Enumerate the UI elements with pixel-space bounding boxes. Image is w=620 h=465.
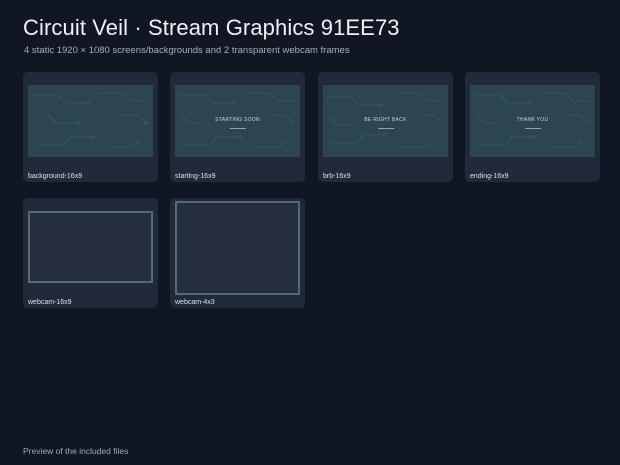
circuit-background-thumbnail: [28, 85, 153, 157]
thumbnail-text: STARTING SOON: [215, 117, 260, 123]
file-card-webcam-4x3[interactable]: webcam-4x3: [170, 198, 305, 308]
thumbnail-divider: [525, 128, 541, 129]
webcam-frame-4x3-thumbnail: [175, 201, 300, 295]
thumbnail-text: BE RIGHT BACK: [364, 117, 407, 123]
footer-caption: Preview of the included files: [23, 446, 129, 456]
file-card-brb[interactable]: BE RIGHT BACK brb-16x9: [318, 72, 453, 182]
file-card-ending[interactable]: THANK YOU ending-16x9: [465, 72, 600, 182]
file-card-starting[interactable]: STARTING SOON starting-16x9: [170, 72, 305, 182]
file-label: brb-16x9: [323, 173, 351, 180]
file-card-webcam-16x9[interactable]: webcam-16x9: [23, 198, 158, 308]
file-label: starting-16x9: [175, 173, 216, 180]
thumbnail-text: THANK YOU: [516, 117, 549, 123]
file-label: webcam-4x3: [175, 299, 215, 306]
thumbnail-divider: [230, 128, 246, 129]
be-right-back-thumbnail: BE RIGHT BACK: [323, 85, 448, 157]
file-card-background[interactable]: background-16x9: [23, 72, 158, 182]
file-label: webcam-16x9: [28, 299, 72, 306]
file-label: ending-16x9: [470, 173, 509, 180]
thumbnail-divider: [378, 128, 394, 129]
webcam-frame-16x9-thumbnail: [28, 211, 153, 283]
page-title: Circuit Veil · Stream Graphics 91EE73: [23, 15, 400, 40]
thank-you-thumbnail: THANK YOU: [470, 85, 595, 157]
starting-soon-thumbnail: STARTING SOON: [175, 85, 300, 157]
page-subtitle: 4 static 1920 × 1080 screens/backgrounds…: [24, 45, 350, 56]
file-label: background-16x9: [28, 173, 83, 180]
